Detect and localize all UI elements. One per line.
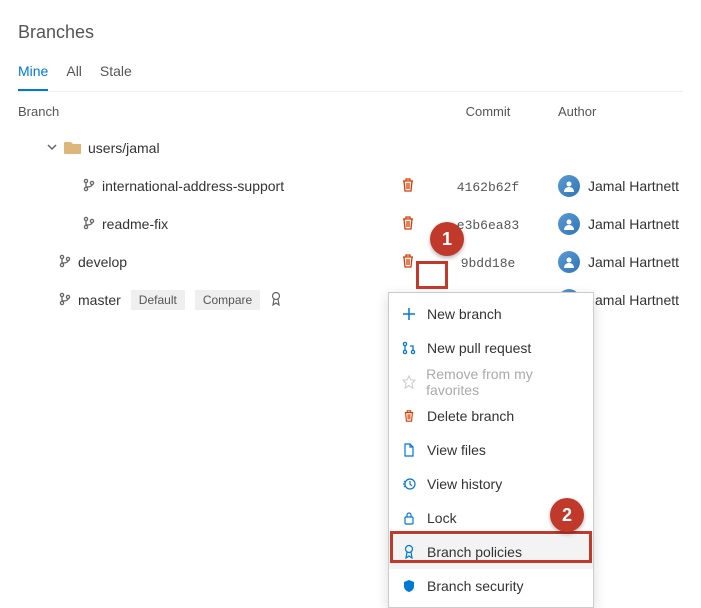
delete-icon[interactable] (388, 177, 428, 196)
tab-stale[interactable]: Stale (100, 57, 132, 91)
menu-label: Remove from my favorites (426, 366, 581, 398)
menu-label: New pull request (427, 340, 531, 356)
annotation-callout-2: 2 (550, 498, 584, 532)
menu-label: Delete branch (427, 408, 514, 424)
avatar (558, 213, 580, 235)
commit-hash[interactable]: e3b6ea83 (457, 218, 519, 233)
branch-icon (58, 292, 72, 309)
author-name[interactable]: Jamal Hartnett (588, 254, 679, 270)
menu-branch-policies[interactable]: Branch policies (389, 535, 593, 569)
menu-branch-security[interactable]: Branch security (389, 569, 593, 603)
menu-remove-favorite: Remove from my favorites (389, 365, 593, 399)
page-title: Branches (18, 22, 683, 43)
ribbon-icon (270, 291, 282, 310)
pull-request-icon (401, 340, 417, 356)
branch-name: readme-fix (102, 216, 168, 232)
folder-icon (64, 140, 82, 157)
star-outline-icon (401, 374, 416, 390)
author-name[interactable]: Jamal Hartnett (588, 178, 679, 194)
commit-hash[interactable]: 4162b62f (457, 180, 519, 195)
menu-label: Branch security (427, 578, 523, 594)
menu-label: View files (427, 442, 486, 458)
branch-row[interactable]: readme-fix e3b6ea83 Jamal Hartnett (18, 205, 683, 243)
badge-default: Default (131, 290, 185, 310)
table-header: Branch Commit Author (18, 94, 683, 129)
branch-name: master (78, 292, 121, 308)
col-header-author[interactable]: Author (548, 104, 683, 119)
branch-name: international-address-support (102, 178, 284, 194)
menu-label: View history (427, 476, 502, 492)
menu-new-pr[interactable]: New pull request (389, 331, 593, 365)
shield-icon (401, 578, 417, 594)
chevron-down-icon (46, 140, 58, 156)
branch-row[interactable]: develop 9bdd18e Jamal Hartnett (18, 243, 683, 281)
tabs: Mine All Stale (18, 57, 683, 92)
branch-row[interactable]: international-address-support 4162b62f J… (18, 167, 683, 205)
author-name[interactable]: Jamal Hartnett (588, 292, 679, 308)
context-menu: New branch New pull request Remove from … (388, 292, 594, 608)
folder-row[interactable]: users/jamal (18, 129, 683, 167)
branch-icon (58, 254, 72, 271)
commit-hash[interactable]: 9bdd18e (461, 256, 516, 271)
plus-icon (401, 306, 417, 322)
author-name[interactable]: Jamal Hartnett (588, 216, 679, 232)
history-icon (401, 476, 417, 492)
branch-icon (82, 178, 96, 195)
col-header-branch[interactable]: Branch (18, 104, 388, 119)
col-header-commit[interactable]: Commit (428, 104, 548, 119)
avatar (558, 175, 580, 197)
menu-label: Lock (427, 510, 457, 526)
ribbon-icon (401, 544, 417, 560)
menu-label: Branch policies (427, 544, 522, 560)
file-icon (401, 442, 417, 458)
tab-mine[interactable]: Mine (18, 57, 48, 91)
menu-label: New branch (427, 306, 502, 322)
branch-icon (82, 216, 96, 233)
menu-view-files[interactable]: View files (389, 433, 593, 467)
badge-compare: Compare (195, 290, 260, 310)
annotation-callout-1: 1 (430, 222, 464, 256)
menu-delete-branch[interactable]: Delete branch (389, 399, 593, 433)
branch-name: develop (78, 254, 127, 270)
trash-icon (401, 408, 417, 424)
delete-icon[interactable] (388, 253, 428, 272)
avatar (558, 251, 580, 273)
lock-icon (401, 510, 417, 526)
menu-view-history[interactable]: View history (389, 467, 593, 501)
folder-name: users/jamal (88, 140, 160, 156)
tab-all[interactable]: All (66, 57, 82, 91)
menu-new-branch[interactable]: New branch (389, 297, 593, 331)
delete-icon[interactable] (388, 215, 428, 234)
